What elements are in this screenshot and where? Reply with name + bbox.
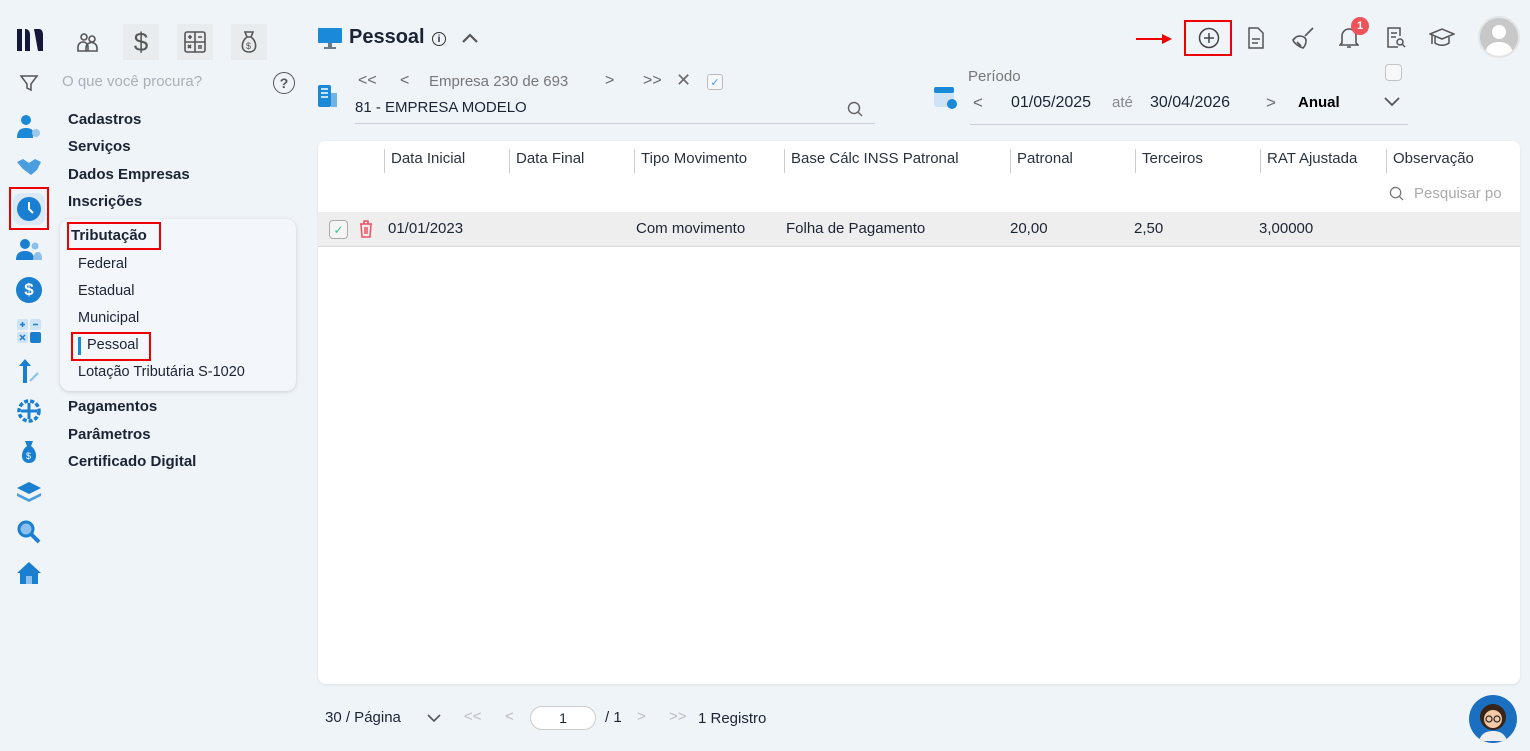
column-header-observacao[interactable]: Observação — [1386, 149, 1474, 173]
highlight-box — [71, 332, 151, 361]
last-page-button[interactable]: >> — [669, 708, 687, 725]
info-icon[interactable]: i — [432, 32, 446, 46]
column-search-icon — [1388, 185, 1404, 201]
calculator-icon[interactable] — [177, 24, 213, 60]
prev-page-button[interactable]: < — [505, 708, 514, 725]
menu-item-certificado[interactable]: Certificado Digital — [68, 453, 196, 470]
monitor-icon — [318, 27, 342, 51]
company-underline — [355, 123, 875, 124]
data-table: Data Inicial Data Final Tipo Movimento B… — [318, 141, 1520, 684]
period-separator: até — [1112, 94, 1133, 111]
layers-icon[interactable] — [16, 479, 42, 505]
column-header-tipo-movimento[interactable]: Tipo Movimento — [634, 149, 747, 173]
cell-tipo-movimento: Com movimento — [636, 220, 746, 237]
menu-item-cadastros[interactable]: Cadastros — [68, 111, 141, 128]
menu-item-dados-empresas[interactable]: Dados Empresas — [68, 166, 190, 183]
submenu-item-estadual[interactable]: Estadual — [78, 283, 134, 299]
page-input[interactable]: 1 — [530, 706, 596, 730]
people-icon[interactable] — [70, 24, 106, 60]
trash-icon[interactable] — [358, 219, 374, 239]
period-label: Período — [968, 68, 1021, 85]
next-period-button[interactable]: > — [1266, 93, 1276, 113]
calculator-blue-icon[interactable] — [16, 318, 42, 344]
column-header-data-final[interactable]: Data Final — [509, 149, 584, 173]
notification-badge: 1 — [1351, 17, 1369, 35]
period-underline — [970, 124, 1408, 125]
home-icon[interactable] — [16, 560, 42, 586]
arrow-head — [1162, 34, 1172, 44]
cell-terceiros: 2,50 — [1134, 220, 1164, 237]
broom-icon[interactable] — [1290, 26, 1316, 50]
search-icon[interactable] — [846, 100, 864, 118]
company-counter: Empresa 230 de 693 — [429, 73, 569, 90]
period-checkbox[interactable] — [1385, 64, 1402, 81]
column-header-rat-ajustada[interactable]: RAT Ajustada — [1260, 149, 1357, 173]
prev-company-button[interactable]: < — [400, 72, 409, 90]
help-icon[interactable]: ? — [273, 72, 295, 94]
cell-rat-ajustada: 3,00000 — [1259, 220, 1314, 237]
total-pages: / 1 — [605, 709, 622, 726]
menu-item-inscricoes[interactable]: Inscrições — [68, 193, 142, 210]
per-page-select[interactable]: 30 / Página — [325, 709, 401, 726]
users-icon[interactable] — [16, 237, 42, 261]
company-input[interactable]: 81 - EMPRESA MODELO — [355, 99, 527, 116]
next-page-button[interactable]: > — [637, 708, 646, 725]
search-input[interactable]: O que você procura? — [62, 73, 202, 90]
chevron-down-icon[interactable] — [1383, 94, 1401, 110]
table-row[interactable]: ✓ 01/01/2023 Com movimento Folha de Paga… — [318, 212, 1520, 247]
svg-text:$: $ — [246, 41, 251, 51]
filter-icon[interactable] — [18, 72, 40, 94]
column-header-base-calc[interactable]: Base Cálc INSS Patronal — [784, 149, 959, 173]
company-checkbox[interactable]: ✓ — [707, 74, 723, 90]
first-page-button[interactable]: << — [464, 708, 482, 725]
per-page-chevron-icon[interactable] — [426, 711, 442, 725]
column-search-input[interactable]: Pesquisar po — [1414, 185, 1512, 202]
calendar-icon — [934, 85, 958, 109]
dollar-icon[interactable]: $ — [123, 24, 159, 60]
menu-item-parametros[interactable]: Parâmetros — [68, 426, 151, 443]
money-bag-icon[interactable]: $ — [231, 24, 267, 60]
app-logo — [14, 26, 46, 54]
prev-period-button[interactable]: < — [973, 93, 983, 113]
highlight-box — [9, 187, 49, 230]
money-bag-blue-icon[interactable]: $ — [16, 439, 42, 465]
column-header-data-inicial[interactable]: Data Inicial — [384, 149, 465, 173]
chevron-up-icon[interactable] — [459, 28, 481, 48]
record-count: 1 Registro — [698, 710, 767, 727]
submenu-item-lotacao[interactable]: Lotação Tributária S-1020 — [78, 364, 245, 380]
next-company-button[interactable]: > — [605, 72, 614, 90]
first-company-button[interactable]: << — [358, 72, 377, 90]
dollar-circle-icon[interactable]: $ — [16, 277, 42, 303]
svg-text:$: $ — [26, 451, 31, 461]
assistant-avatar[interactable] — [1469, 695, 1517, 743]
menu-item-servicos[interactable]: Serviços — [68, 138, 131, 155]
period-type-select[interactable]: Anual — [1298, 94, 1340, 111]
add-icon[interactable] — [1197, 26, 1221, 50]
cell-base-calc: Folha de Pagamento — [786, 220, 926, 237]
cell-patronal: 20,00 — [1010, 220, 1048, 237]
document-icon[interactable] — [1244, 26, 1268, 50]
growth-arrow-icon[interactable] — [16, 358, 42, 384]
handshake-icon[interactable] — [16, 155, 42, 179]
menu-item-pagamentos[interactable]: Pagamentos — [68, 398, 157, 415]
gear-cross-icon[interactable] — [16, 398, 42, 424]
building-icon — [318, 85, 338, 107]
avatar[interactable] — [1478, 16, 1520, 58]
row-checkbox[interactable]: ✓ — [329, 220, 348, 239]
column-header-terceiros[interactable]: Terceiros — [1135, 149, 1203, 173]
period-end[interactable]: 30/04/2026 — [1150, 94, 1230, 112]
graduation-cap-icon[interactable] — [1428, 26, 1456, 50]
submenu-item-federal[interactable]: Federal — [78, 256, 127, 272]
last-company-button[interactable]: >> — [643, 72, 662, 90]
search-blue-icon[interactable] — [16, 519, 42, 545]
period-start[interactable]: 01/05/2025 — [1011, 94, 1091, 112]
report-search-icon[interactable] — [1384, 26, 1408, 50]
cell-data-inicial: 01/01/2023 — [388, 220, 464, 237]
page-title: Pessoal — [349, 26, 425, 48]
column-header-patronal[interactable]: Patronal — [1010, 149, 1073, 173]
clear-icon[interactable]: ✕ — [676, 70, 691, 91]
user-settings-icon[interactable] — [16, 114, 42, 140]
highlight-box — [67, 222, 161, 250]
submenu-item-municipal[interactable]: Municipal — [78, 310, 139, 326]
